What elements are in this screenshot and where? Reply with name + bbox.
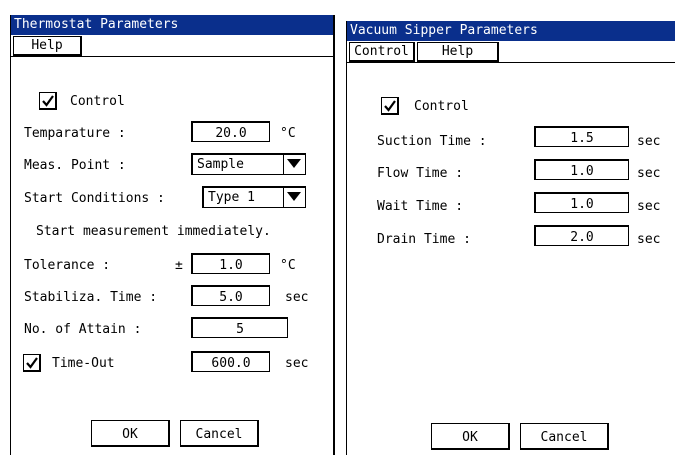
start-conditions-label: Start Conditions : xyxy=(24,191,165,206)
checkmark-icon xyxy=(42,95,54,107)
cancel-button[interactable]: Cancel xyxy=(180,420,259,447)
wait-time-label: Wait Time : xyxy=(377,199,464,214)
suction-time-label: Suction Time : xyxy=(377,134,487,149)
no-of-attain-input[interactable]: 5 xyxy=(191,317,288,338)
start-conditions-select[interactable]: Type 1 xyxy=(202,186,306,208)
meas-point-value: Sample xyxy=(197,157,244,172)
drain-time-input[interactable]: 2.0 xyxy=(534,225,629,246)
plus-minus-sign: ± xyxy=(175,258,183,273)
suction-time-unit: sec xyxy=(637,134,661,149)
wait-time-unit: sec xyxy=(637,199,661,214)
time-out-input[interactable]: 600.0 xyxy=(191,351,270,372)
meas-point-label: Meas. Point : xyxy=(24,158,126,173)
start-conditions-value: Type 1 xyxy=(208,190,255,205)
control-label: Control xyxy=(70,94,125,109)
no-of-attain-label: No. of Attain : xyxy=(24,322,142,337)
meas-point-select[interactable]: Sample xyxy=(191,153,306,175)
suction-time-input[interactable]: 1.5 xyxy=(534,126,629,147)
time-out-checkbox[interactable] xyxy=(23,354,41,372)
control-label: Control xyxy=(414,99,469,114)
dialog-title: Vacuum Sipper Parameters xyxy=(347,21,675,41)
wait-time-input[interactable]: 1.0 xyxy=(534,192,629,213)
thermostat-parameters-dialog: Thermostat Parameters Help Control Tempa… xyxy=(10,15,335,455)
vacuum-sipper-parameters-dialog: Vacuum Sipper Parameters Control Help Co… xyxy=(346,21,675,455)
stabiliza-time-label: Stabiliza. Time : xyxy=(24,290,158,305)
menu-bar: Help xyxy=(11,35,333,57)
flow-time-input[interactable]: 1.0 xyxy=(534,159,629,180)
drain-time-unit: sec xyxy=(637,232,661,247)
tolerance-unit: °C xyxy=(280,258,296,273)
ok-button[interactable]: OK xyxy=(431,423,510,450)
dropdown-arrow-icon[interactable] xyxy=(283,187,305,207)
menu-help[interactable]: Help xyxy=(417,42,499,62)
control-checkbox[interactable] xyxy=(381,97,399,115)
ok-button[interactable]: OK xyxy=(91,420,170,447)
temperature-input[interactable]: 20.0 xyxy=(191,121,270,142)
control-checkbox[interactable] xyxy=(39,92,57,110)
dropdown-arrow-icon[interactable] xyxy=(283,154,305,174)
flow-time-unit: sec xyxy=(637,166,661,181)
dialog-title: Thermostat Parameters xyxy=(11,15,333,35)
tolerance-input[interactable]: 1.0 xyxy=(191,253,270,274)
checkmark-icon xyxy=(384,100,396,112)
drain-time-label: Drain Time : xyxy=(377,232,471,247)
temperature-label: Temparature : xyxy=(24,126,126,141)
temperature-unit: °C xyxy=(280,126,296,141)
stabiliza-time-unit: sec xyxy=(285,290,309,305)
menu-help[interactable]: Help xyxy=(13,36,82,56)
time-out-label: Time-Out xyxy=(52,356,115,371)
tolerance-label: Tolerance : xyxy=(24,258,111,273)
menu-control[interactable]: Control xyxy=(349,42,415,62)
checkmark-icon xyxy=(26,357,38,369)
flow-time-label: Flow Time : xyxy=(377,166,464,181)
menu-bar: Control Help xyxy=(347,41,675,63)
time-out-unit: sec xyxy=(285,356,309,371)
start-message: Start measurement immediately. xyxy=(36,224,271,239)
cancel-button[interactable]: Cancel xyxy=(520,423,609,450)
stabiliza-time-input[interactable]: 5.0 xyxy=(191,285,270,306)
